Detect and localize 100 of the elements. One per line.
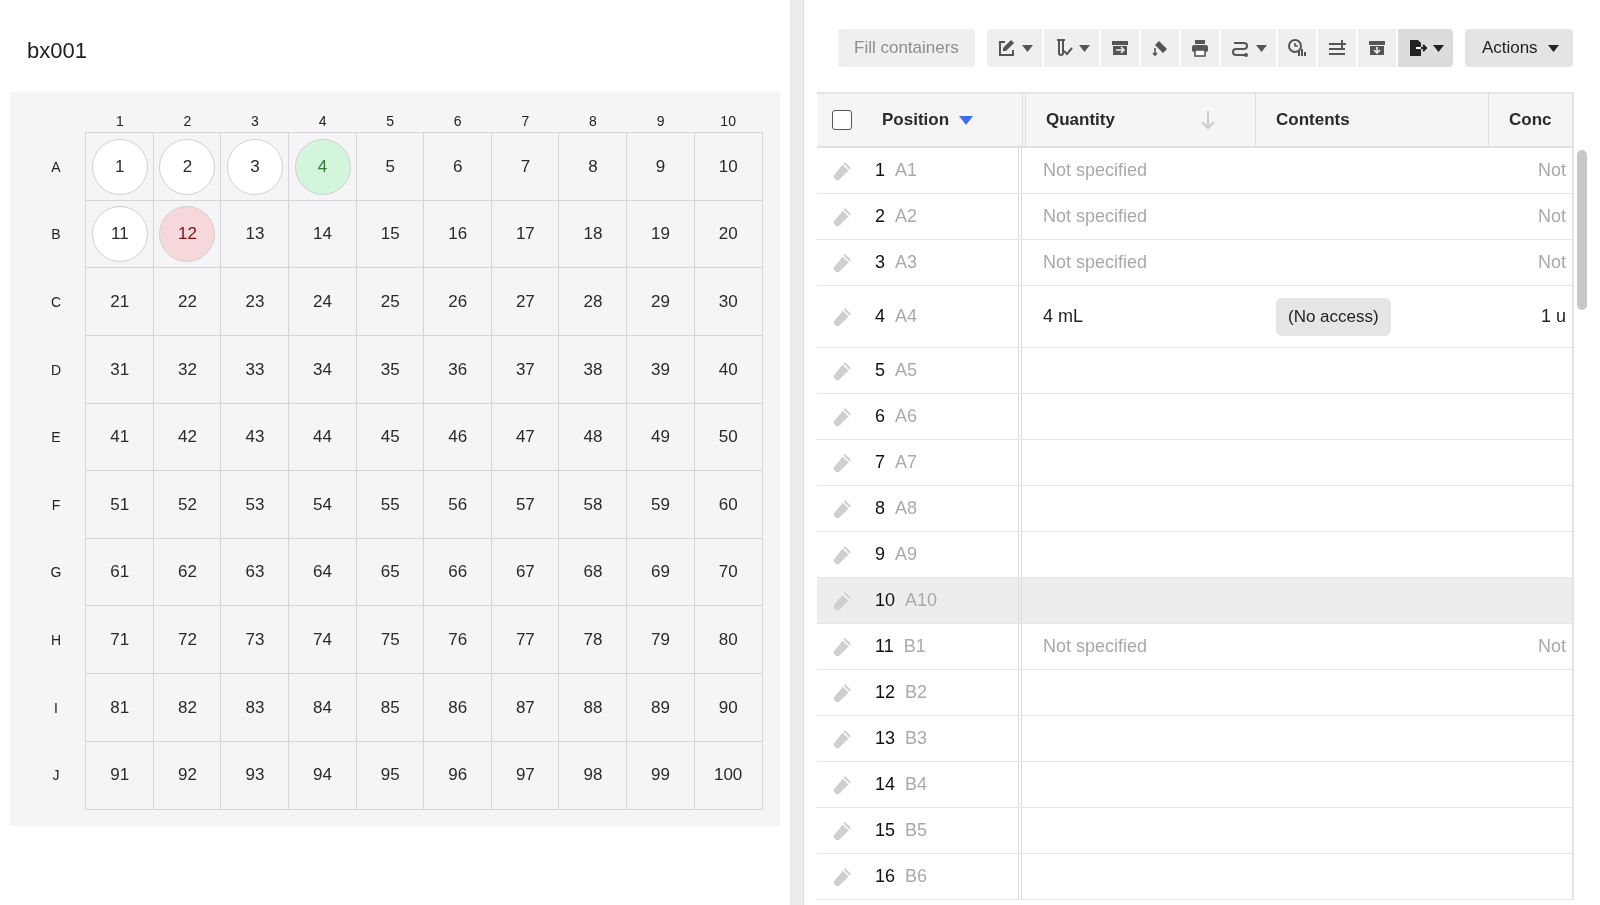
- row-label: A: [50, 157, 62, 177]
- table-row[interactable]: 6 A6: [817, 394, 1572, 440]
- well-number: 43: [245, 427, 265, 448]
- table-row[interactable]: 11 B1 Not specified Not: [817, 624, 1572, 670]
- actions-button[interactable]: Actions: [1464, 29, 1573, 67]
- well-number: 61: [110, 562, 130, 583]
- row-number: 14: [875, 774, 896, 795]
- pipette-icon: [831, 497, 853, 520]
- caret-icon: [1021, 44, 1033, 52]
- table-row[interactable]: 1 A1 Not specified Not: [817, 148, 1572, 194]
- table-row[interactable]: 14 B4: [817, 762, 1572, 808]
- toolbar-dropdown-button[interactable]: [1043, 29, 1099, 67]
- position-label: B4: [905, 774, 928, 795]
- concentration-value: Not: [1538, 636, 1566, 657]
- well-number: 65: [380, 562, 400, 583]
- table-row[interactable]: 5 A5: [817, 348, 1572, 394]
- tube-well[interactable]: 3: [227, 138, 283, 195]
- well-number: 60: [718, 494, 738, 515]
- pipette-icon: [831, 405, 853, 428]
- concentration-value: Not: [1538, 160, 1566, 181]
- tube-well[interactable]: 1: [91, 138, 148, 195]
- row-number: 6: [875, 406, 885, 427]
- well-number: 13: [245, 224, 265, 245]
- row-number: 9: [875, 544, 885, 565]
- well-number: 47: [515, 427, 535, 448]
- table-row[interactable]: 10 A10: [817, 578, 1572, 624]
- table-row[interactable]: 15 B5: [817, 808, 1572, 854]
- table-row[interactable]: 3 A3 Not specified Not: [817, 240, 1572, 286]
- well-number: 38: [583, 359, 603, 380]
- well-number: 5: [385, 156, 395, 177]
- tube-well[interactable]: 2: [159, 138, 216, 195]
- caret-icon: [1078, 44, 1090, 52]
- well-number: 54: [313, 494, 333, 515]
- toolbar-dropdown-button[interactable]: [1397, 29, 1453, 67]
- position-label: B5: [905, 820, 928, 841]
- well-number: 95: [380, 765, 400, 786]
- table-row[interactable]: 4 A4 4 mL (No access) 1 u: [817, 286, 1572, 348]
- table-row[interactable]: 12 B2: [817, 670, 1572, 716]
- position-label: A6: [895, 406, 918, 427]
- well-number: 16: [448, 224, 468, 245]
- pipette-icon: [831, 205, 853, 228]
- well-number: 9: [655, 156, 666, 177]
- well-number: 99: [651, 765, 670, 786]
- well-number: 74: [313, 629, 333, 650]
- toolbar-button[interactable]: [1277, 29, 1316, 67]
- well-number: 23: [245, 292, 265, 312]
- position-label: A8: [895, 498, 918, 519]
- column-label: 3: [250, 112, 260, 131]
- well-number: 7: [520, 156, 531, 177]
- toolbar-button[interactable]: [1357, 29, 1396, 67]
- well-number: 92: [177, 765, 197, 786]
- toolbar-button[interactable]: [1180, 29, 1219, 67]
- position-label: A5: [895, 360, 918, 381]
- row-number: 5: [875, 360, 885, 381]
- column-header[interactable]: Conc: [1509, 110, 1552, 130]
- row-label: E: [50, 428, 62, 448]
- toolbar-dropdown-button[interactable]: [986, 29, 1042, 67]
- scrollbar[interactable]: [1577, 150, 1587, 310]
- well-number: 80: [718, 629, 738, 650]
- table-row[interactable]: 2 A2 Not specified Not: [817, 194, 1572, 240]
- concentration-value: Not: [1538, 206, 1566, 227]
- pipette-icon: [831, 819, 853, 842]
- well-number: 87: [515, 697, 535, 718]
- well-number: 40: [718, 359, 738, 380]
- quantity-value: Not specified: [1043, 206, 1148, 227]
- tube-well[interactable]: 12: [159, 206, 216, 263]
- position-label: A10: [905, 590, 938, 611]
- well-number: 70: [718, 562, 738, 583]
- pipette-icon: [831, 727, 853, 750]
- well-number: 53: [245, 494, 265, 515]
- column-label: 9: [655, 112, 666, 131]
- column-header[interactable]: Quantity: [1046, 110, 1115, 130]
- tube-well[interactable]: 4: [294, 138, 351, 195]
- row-label: H: [49, 630, 63, 650]
- select-all-checkbox[interactable]: [832, 110, 852, 130]
- well-number: 52: [177, 494, 197, 515]
- position-label: A9: [895, 544, 918, 565]
- well-number: 51: [110, 494, 130, 515]
- column-header[interactable]: Contents: [1276, 110, 1350, 130]
- table-row[interactable]: 16 B6: [817, 854, 1572, 900]
- well-number: 15: [380, 224, 400, 245]
- well-number: 90: [718, 697, 738, 718]
- well-number: 30: [718, 292, 738, 312]
- well-number: 49: [651, 427, 670, 448]
- toolbar-button[interactable]: [1317, 29, 1356, 67]
- well-number: 59: [651, 494, 670, 515]
- well-number: 35: [380, 359, 400, 380]
- toolbar-button[interactable]: [1100, 29, 1139, 67]
- well-number: 33: [245, 359, 265, 380]
- tube-well[interactable]: 11: [91, 206, 148, 263]
- table-row[interactable]: 7 A7: [817, 440, 1572, 486]
- toolbar-button[interactable]: [1140, 29, 1179, 67]
- row-number: 16: [875, 866, 896, 887]
- table-row[interactable]: 8 A8: [817, 486, 1572, 532]
- list-plus-icon: [1326, 38, 1347, 58]
- well-number: 58: [583, 494, 603, 515]
- table-row[interactable]: 13 B3: [817, 716, 1572, 762]
- well-number: 19: [651, 224, 670, 245]
- column-header[interactable]: Position: [882, 110, 950, 130]
- toolbar-dropdown-button[interactable]: [1220, 29, 1276, 67]
